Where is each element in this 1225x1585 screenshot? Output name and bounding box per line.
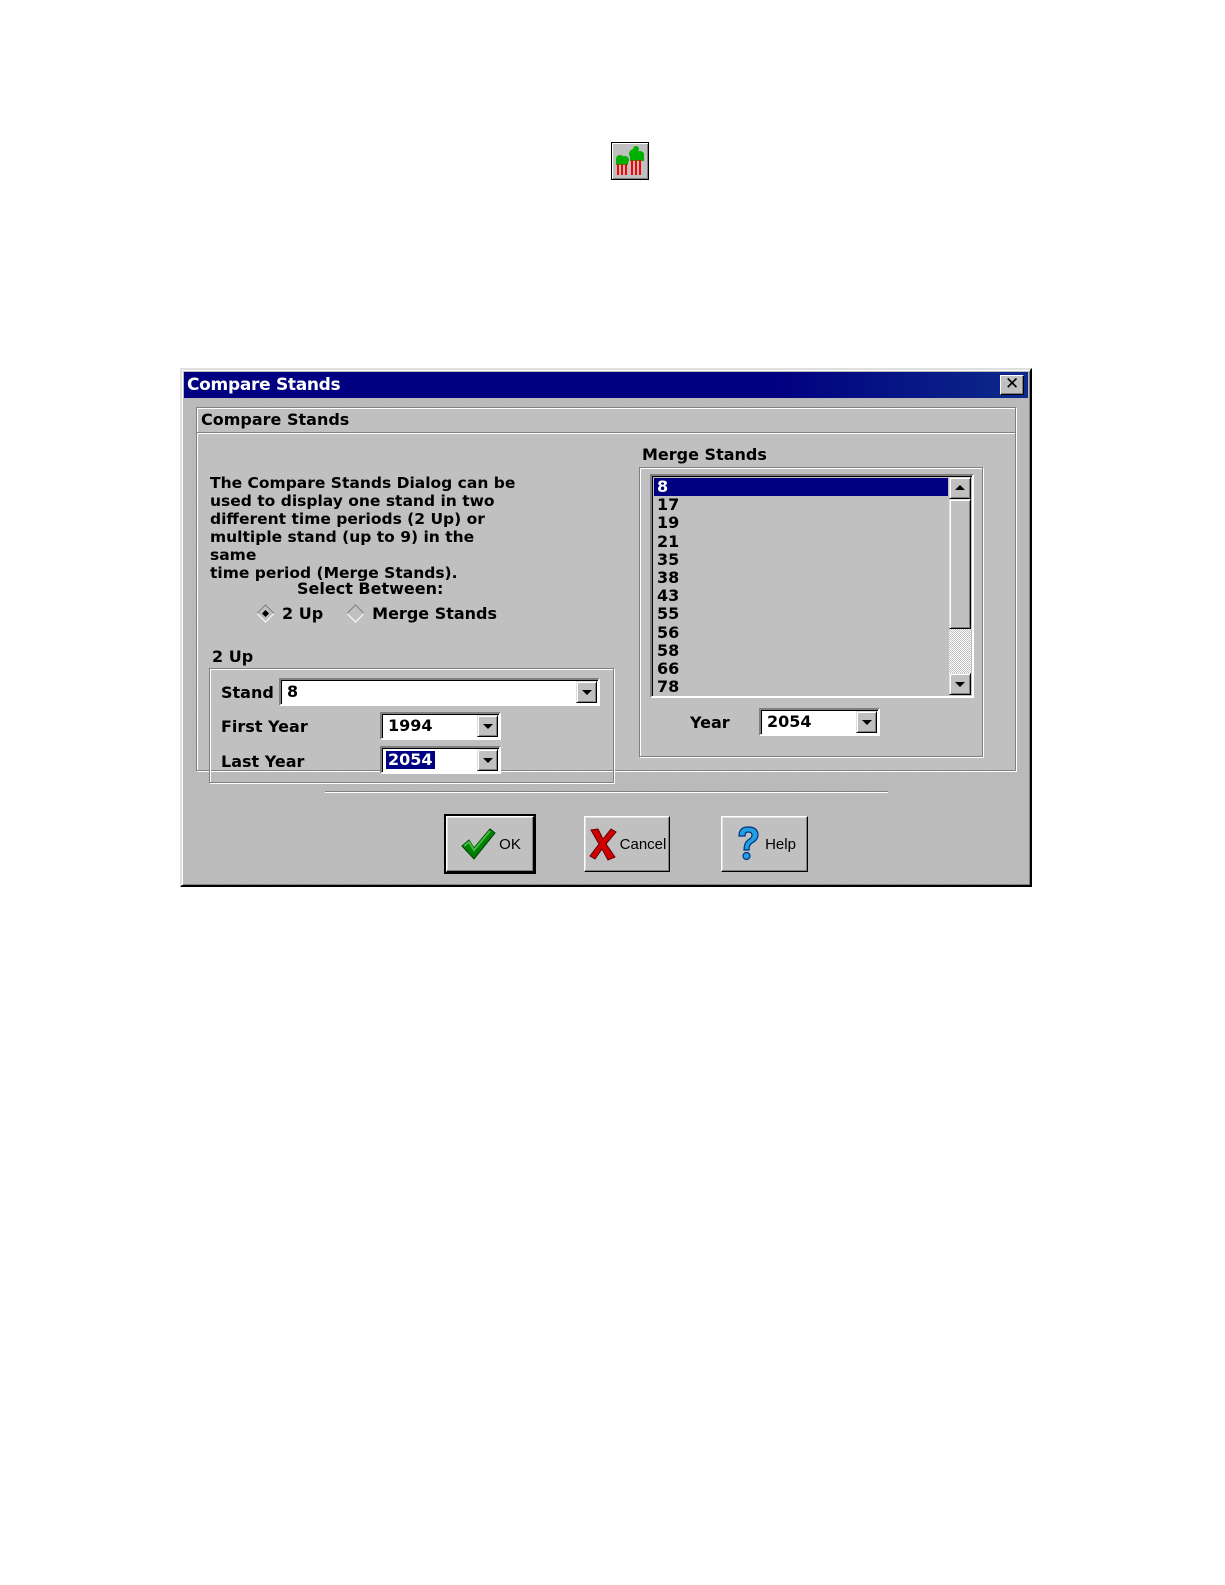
last-year-value: 2054: [385, 750, 436, 770]
chevron-down-icon[interactable]: [576, 681, 597, 703]
list-item[interactable]: 56: [654, 623, 948, 642]
scroll-thumb[interactable]: [949, 499, 971, 629]
merge-stands-frame-title: Merge Stands: [642, 445, 767, 464]
dialog-titlebar[interactable]: Compare Stands ✕: [184, 372, 1028, 398]
description-line: multiple stand (up to 9) in the same: [210, 528, 475, 564]
list-scrollbar[interactable]: [949, 477, 971, 695]
close-button[interactable]: ✕: [1000, 375, 1024, 395]
radio-merge-stands[interactable]: [346, 604, 365, 623]
last-year-label: Last Year: [221, 752, 305, 771]
select-between-label: Select Between:: [297, 579, 444, 598]
two-up-frame: Stand 8 First Year 1994 Last Year 2054: [209, 668, 614, 783]
compare-stands-icon[interactable]: [611, 142, 649, 180]
first-year-value: 1994: [388, 716, 433, 735]
content-panel: The Compare Stands Dialog can be used to…: [197, 434, 1015, 783]
scroll-up-icon[interactable]: [949, 477, 971, 499]
ok-button[interactable]: OK: [444, 814, 536, 874]
help-button[interactable]: Help: [721, 816, 808, 872]
description-text: The Compare Stands Dialog can be used to…: [210, 474, 520, 582]
list-item[interactable]: 17: [654, 495, 948, 514]
first-year-combo[interactable]: 1994: [380, 712, 501, 740]
list-item[interactable]: 38: [654, 568, 948, 587]
stand-combo[interactable]: 8: [279, 678, 600, 706]
merge-year-combo[interactable]: 2054: [759, 708, 880, 736]
help-label: Help: [765, 835, 796, 853]
radio-2up-label[interactable]: 2 Up: [282, 604, 323, 623]
dialog-title: Compare Stands: [187, 375, 341, 395]
list-item[interactable]: 35: [654, 550, 948, 569]
chevron-down-icon[interactable]: [477, 715, 498, 737]
list-item[interactable]: 58: [654, 641, 948, 660]
question-mark-icon: [738, 826, 759, 861]
radio-2up[interactable]: [256, 604, 275, 623]
x-cross-icon: [588, 828, 617, 861]
radio-merge-stands-label[interactable]: Merge Stands: [372, 604, 497, 623]
description-line: used to display one stand in two: [210, 492, 495, 510]
button-separator: [325, 791, 888, 793]
stand-label: Stand: [221, 683, 274, 702]
list-item[interactable]: 78: [654, 677, 948, 696]
description-line: different time periods (2 Up) or: [210, 510, 485, 528]
two-up-frame-title: 2 Up: [212, 647, 254, 666]
checkmark-icon: [461, 828, 496, 860]
stand-value: 8: [287, 682, 299, 701]
cancel-label: Cancel: [619, 835, 667, 853]
compare-stands-dialog: Compare Stands ✕ Compare Stands The Comp…: [180, 368, 1032, 887]
ok-label: OK: [499, 835, 521, 853]
cancel-button[interactable]: Cancel: [584, 816, 670, 872]
compare-stands-group: Compare Stands The Compare Stands Dialog…: [196, 407, 1016, 783]
merge-year-label: Year: [690, 713, 730, 732]
stand-list: 8 17 19 21 35 38 43 55 56 58 66 78: [654, 477, 948, 696]
list-item[interactable]: 8: [654, 477, 948, 497]
first-year-label: First Year: [221, 717, 308, 736]
list-item[interactable]: 43: [654, 586, 948, 605]
chevron-down-icon[interactable]: [477, 749, 498, 771]
last-year-combo[interactable]: 2054: [380, 746, 501, 774]
list-item[interactable]: 19: [654, 514, 948, 532]
merge-year-value: 2054: [767, 712, 812, 731]
scroll-down-icon[interactable]: [949, 673, 971, 695]
chevron-down-icon[interactable]: [856, 711, 877, 733]
list-item[interactable]: 66: [654, 659, 948, 678]
list-item[interactable]: 55: [654, 605, 948, 623]
list-item[interactable]: 21: [654, 532, 948, 551]
mode-radio-group: 2 Up Merge Stands: [256, 604, 523, 623]
description-line: The Compare Stands Dialog can be: [210, 474, 516, 492]
merge-stands-listbox[interactable]: 8 17 19 21 35 38 43 55 56 58 66 78: [650, 474, 974, 698]
group-title: Compare Stands: [197, 408, 1015, 433]
